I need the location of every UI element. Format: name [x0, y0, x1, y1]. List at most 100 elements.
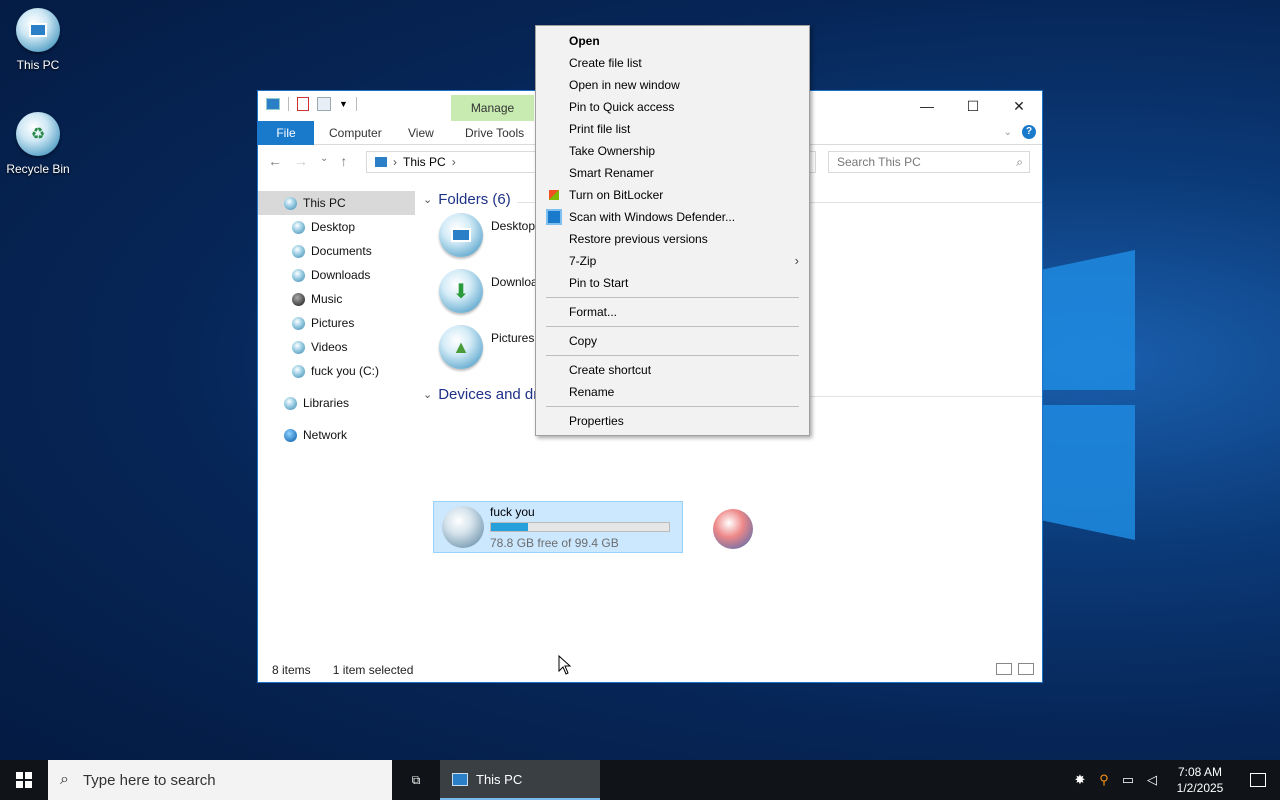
folder-item-pictures[interactable]: ▲ Pictures — [439, 325, 534, 369]
music-icon — [292, 292, 305, 306]
customize-toolbar-icon[interactable]: ▼ — [339, 99, 348, 109]
mouse-cursor-icon — [558, 655, 572, 675]
window-controls: — ☐ ✕ — [904, 91, 1042, 121]
nav-label: Videos — [311, 340, 348, 354]
menu-item-take-ownership[interactable]: Take Ownership — [536, 140, 809, 162]
nav-item-videos[interactable]: Videos — [258, 335, 415, 359]
volume-muted-icon[interactable]: ◁ — [1140, 760, 1164, 800]
tray-search-icon[interactable]: ⚲ — [1092, 760, 1116, 800]
nav-item-documents[interactable]: Documents — [258, 239, 415, 263]
task-view-button[interactable]: ⧉ — [392, 760, 440, 800]
menu-item-7-zip[interactable]: 7-Zip › — [536, 250, 809, 272]
minimize-button[interactable]: — — [904, 91, 950, 121]
nav-label: Desktop — [311, 220, 356, 234]
search-placeholder: Search This PC — [837, 155, 921, 169]
recent-chevron-icon[interactable]: ⌄ — [320, 153, 328, 169]
nav-label: Downloads — [311, 268, 371, 282]
search-input[interactable]: Search This PC ⌕ — [828, 151, 1030, 173]
menu-item-open-in-new-window[interactable]: Open in new window — [536, 74, 809, 96]
task-view-icon: ⧉ — [411, 772, 421, 787]
menu-item-scan-with-windows-defender[interactable]: Scan with Windows Defender... — [536, 206, 809, 228]
clock-date: 1/2/2025 — [1176, 781, 1224, 795]
devices-group-header[interactable]: ⌄ Devices and dr — [423, 386, 538, 403]
drive-free-text: 78.8 GB free of 99.4 GB — [490, 536, 619, 550]
menu-item-properties[interactable]: Properties — [536, 410, 809, 432]
close-button[interactable]: ✕ — [996, 91, 1042, 121]
defender-icon — [546, 209, 562, 225]
menu-item-create-shortcut[interactable]: Create shortcut — [536, 359, 809, 381]
system-tray: ✸ ⚲ ▭ ◁ 7:08 AM 1/2/2025 — [1068, 760, 1280, 800]
help-icon[interactable]: ? — [1022, 125, 1036, 139]
menu-item-label: Copy — [569, 334, 598, 348]
menu-item-pin-to-start[interactable]: Pin to Start — [536, 272, 809, 294]
chevron-down-icon[interactable]: ⌄ — [1004, 127, 1012, 138]
nav-item-downloads[interactable]: Downloads — [258, 263, 415, 287]
notification-icon — [1250, 773, 1266, 787]
desktop-icon-this-pc[interactable]: This PC — [0, 8, 76, 72]
menu-item-smart-renamer[interactable]: Smart Renamer — [536, 162, 809, 184]
forward-arrow-icon[interactable]: → — [294, 153, 308, 169]
pictures-folder-icon: ▲ — [439, 325, 483, 369]
nav-item-libraries[interactable]: Libraries — [258, 391, 415, 415]
menu-item-copy[interactable]: Copy — [536, 330, 809, 352]
desktop-icon-recycle-bin[interactable]: ♻ Recycle Bin — [0, 112, 76, 176]
folder-item-desktop[interactable]: Desktop — [439, 213, 535, 257]
this-pc-icon — [16, 8, 60, 52]
folders-group-header[interactable]: ⌄ Folders (6) — [423, 191, 511, 208]
folder-name: Downloa — [491, 275, 538, 289]
documents-icon — [292, 244, 305, 258]
menu-item-turn-on-bitlocker[interactable]: Turn on BitLocker — [536, 184, 809, 206]
breadcrumb-chevron-icon[interactable]: › — [393, 155, 397, 169]
nav-label: Documents — [311, 244, 372, 258]
tab-file[interactable]: File — [258, 121, 314, 145]
up-arrow-icon[interactable]: ↑ — [340, 153, 347, 169]
maximize-button[interactable]: ☐ — [950, 91, 996, 121]
manage-context-tab[interactable]: Manage — [451, 95, 534, 121]
tray-app-icon[interactable]: ✸ — [1068, 760, 1092, 800]
tab-computer[interactable]: Computer — [315, 121, 396, 145]
folder-item-downloads[interactable]: ⬇ Downloa — [439, 269, 538, 313]
menu-item-label: Open in new window — [569, 78, 680, 92]
menu-item-pin-to-quick-access[interactable]: Pin to Quick access — [536, 96, 809, 118]
nav-item-music[interactable]: Music — [258, 287, 415, 311]
start-button[interactable] — [0, 760, 48, 800]
chevron-right-icon: › — [794, 253, 799, 268]
clock[interactable]: 7:08 AM 1/2/2025 — [1164, 764, 1236, 796]
menu-item-open[interactable]: Open — [536, 30, 809, 52]
nav-item-drive-c[interactable]: fuck you (C:) — [258, 359, 415, 383]
large-icons-view-icon[interactable] — [1018, 663, 1034, 675]
menu-item-label: Smart Renamer — [569, 166, 654, 180]
menu-item-print-file-list[interactable]: Print file list — [536, 118, 809, 140]
nav-item-pictures[interactable]: Pictures — [258, 311, 415, 335]
taskbar-app-label: This PC — [476, 771, 523, 787]
network-icon[interactable]: ▭ — [1116, 760, 1140, 800]
taskbar-search-input[interactable]: ⌕ Type here to search — [48, 760, 392, 800]
drive-item-c[interactable]: fuck you 78.8 GB free of 99.4 GB — [433, 501, 683, 553]
taskbar-app-this-pc[interactable]: This PC — [440, 760, 600, 800]
search-placeholder: Type here to search — [82, 771, 216, 789]
menu-item-create-file-list[interactable]: Create file list — [536, 52, 809, 74]
new-folder-icon[interactable] — [317, 97, 331, 111]
this-pc-small-icon — [452, 772, 468, 786]
menu-item-label: Properties — [569, 414, 624, 428]
folder-name: Desktop — [491, 219, 536, 233]
nav-item-desktop[interactable]: Desktop — [258, 215, 415, 239]
dvd-drive-icon[interactable] — [713, 509, 753, 549]
menu-item-format[interactable]: Format... — [536, 301, 809, 323]
breadcrumb-chevron-icon[interactable]: › — [452, 155, 456, 169]
nav-item-network[interactable]: Network — [258, 423, 415, 447]
menu-item-rename[interactable]: Rename — [536, 381, 809, 403]
network-icon — [284, 428, 297, 442]
properties-icon[interactable] — [297, 97, 309, 111]
nav-label: This PC — [303, 196, 346, 210]
back-arrow-icon[interactable]: ← — [268, 153, 282, 169]
nav-item-this-pc[interactable]: This PC — [258, 191, 415, 215]
menu-item-restore-previous-versions[interactable]: Restore previous versions — [536, 228, 809, 250]
breadcrumb-this-pc[interactable]: This PC — [403, 155, 446, 169]
details-view-icon[interactable] — [996, 663, 1012, 675]
drive-usage-bar — [490, 522, 670, 532]
tab-drive-tools[interactable]: Drive Tools — [451, 121, 538, 145]
tab-view[interactable]: View — [394, 121, 448, 145]
notifications-button[interactable] — [1236, 760, 1280, 800]
menu-item-label: Take Ownership — [569, 144, 656, 158]
